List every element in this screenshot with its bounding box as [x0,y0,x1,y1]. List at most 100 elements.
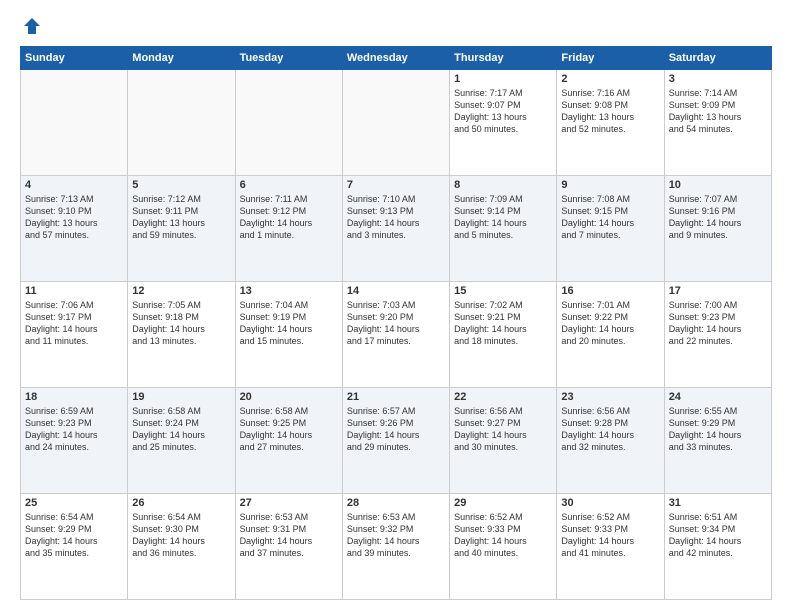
calendar-table: SundayMondayTuesdayWednesdayThursdayFrid… [20,46,772,600]
calendar-cell: 23 Sunrise: 6:56 AM Sunset: 9:28 PM Dayli… [557,388,664,494]
cell-content: Sunrise: 6:58 AM Sunset: 9:25 PM Dayligh… [240,405,338,454]
day-number: 13 [240,285,338,297]
day-number: 14 [347,285,445,297]
calendar-week-2: 11 Sunrise: 7:06 AM Sunset: 9:17 PM Dayli… [21,282,772,388]
cell-content: Sunrise: 6:57 AM Sunset: 9:26 PM Dayligh… [347,405,445,454]
calendar-cell: 14Sunrise: 7:03 AM Sunset: 9:20 PM Dayli… [342,282,449,388]
calendar-cell: 28 Sunrise: 6:53 AM Sunset: 9:32 PM Dayli… [342,494,449,600]
cell-content: Sunrise: 6:52 AM Sunset: 9:33 PM Dayligh… [454,511,552,560]
calendar-cell [342,70,449,176]
calendar-week-1: 4 Sunrise: 7:13 AM Sunset: 9:10 PM Daylig… [21,176,772,282]
calendar-cell: 27 Sunrise: 6:53 AM Sunset: 9:31 PM Dayli… [235,494,342,600]
day-number: 27 [240,497,338,509]
calendar-cell: 4 Sunrise: 7:13 AM Sunset: 9:10 PM Daylig… [21,176,128,282]
calendar-cell: 22 Sunrise: 6:56 AM Sunset: 9:27 PM Dayli… [450,388,557,494]
calendar-header-saturday: Saturday [664,47,771,70]
calendar-cell: 10Sunrise: 7:07 AM Sunset: 9:16 PM Dayli… [664,176,771,282]
calendar-week-3: 18Sunrise: 6:59 AM Sunset: 9:23 PM Dayli… [21,388,772,494]
calendar-cell: 15 Sunrise: 7:02 AM Sunset: 9:21 PM Dayli… [450,282,557,388]
cell-content: Sunrise: 6:56 AM Sunset: 9:28 PM Dayligh… [561,405,659,454]
calendar-cell: 8 Sunrise: 7:09 AM Sunset: 9:14 PM Daylig… [450,176,557,282]
calendar-header-tuesday: Tuesday [235,47,342,70]
calendar-header-friday: Friday [557,47,664,70]
day-number: 2 [561,73,659,85]
cell-content: Sunrise: 6:53 AM Sunset: 9:32 PM Dayligh… [347,511,445,560]
calendar-cell: 1 Sunrise: 7:17 AM Sunset: 9:07 PM Daylig… [450,70,557,176]
day-number: 30 [561,497,659,509]
day-number: 20 [240,391,338,403]
day-number: 7 [347,179,445,191]
day-number: 16 [561,285,659,297]
calendar-header-thursday: Thursday [450,47,557,70]
calendar-cell: 13 Sunrise: 7:04 AM Sunset: 9:19 PM Dayli… [235,282,342,388]
cell-content: Sunrise: 7:16 AM Sunset: 9:08 PM Dayligh… [561,87,659,136]
day-number: 11 [25,285,123,297]
day-number: 8 [454,179,552,191]
cell-content: Sunrise: 7:12 AM Sunset: 9:11 PM Dayligh… [132,193,230,242]
calendar-cell: 26 Sunrise: 6:54 AM Sunset: 9:30 PM Dayli… [128,494,235,600]
cell-content: Sunrise: 7:00 AM Sunset: 9:23 PM Dayligh… [669,299,767,348]
calendar-cell: 9 Sunrise: 7:08 AM Sunset: 9:15 PM Daylig… [557,176,664,282]
calendar-cell: 16 Sunrise: 7:01 AM Sunset: 9:22 PM Dayli… [557,282,664,388]
day-number: 6 [240,179,338,191]
day-number: 17 [669,285,767,297]
cell-content: Sunrise: 7:04 AM Sunset: 9:19 PM Dayligh… [240,299,338,348]
calendar-cell: 5 Sunrise: 7:12 AM Sunset: 9:11 PM Daylig… [128,176,235,282]
cell-content: Sunrise: 7:05 AM Sunset: 9:18 PM Dayligh… [132,299,230,348]
cell-content: Sunrise: 6:56 AM Sunset: 9:27 PM Dayligh… [454,405,552,454]
logo-icon [22,16,42,36]
calendar-header-monday: Monday [128,47,235,70]
day-number: 28 [347,497,445,509]
day-number: 22 [454,391,552,403]
day-number: 9 [561,179,659,191]
cell-content: Sunrise: 7:17 AM Sunset: 9:07 PM Dayligh… [454,87,552,136]
cell-content: Sunrise: 7:09 AM Sunset: 9:14 PM Dayligh… [454,193,552,242]
cell-content: Sunrise: 6:54 AM Sunset: 9:30 PM Dayligh… [132,511,230,560]
day-number: 26 [132,497,230,509]
calendar-week-4: 25Sunrise: 6:54 AM Sunset: 9:29 PM Dayli… [21,494,772,600]
day-number: 23 [561,391,659,403]
day-number: 12 [132,285,230,297]
cell-content: Sunrise: 7:06 AM Sunset: 9:17 PM Dayligh… [25,299,123,348]
calendar-header-row: SundayMondayTuesdayWednesdayThursdayFrid… [21,47,772,70]
calendar-cell: 25Sunrise: 6:54 AM Sunset: 9:29 PM Dayli… [21,494,128,600]
cell-content: Sunrise: 7:08 AM Sunset: 9:15 PM Dayligh… [561,193,659,242]
cell-content: Sunrise: 7:14 AM Sunset: 9:09 PM Dayligh… [669,87,767,136]
cell-content: Sunrise: 6:55 AM Sunset: 9:29 PM Dayligh… [669,405,767,454]
calendar-cell: 20 Sunrise: 6:58 AM Sunset: 9:25 PM Dayli… [235,388,342,494]
cell-content: Sunrise: 6:51 AM Sunset: 9:34 PM Dayligh… [669,511,767,560]
day-number: 4 [25,179,123,191]
cell-content: Sunrise: 7:11 AM Sunset: 9:12 PM Dayligh… [240,193,338,242]
day-number: 15 [454,285,552,297]
cell-content: Sunrise: 7:01 AM Sunset: 9:22 PM Dayligh… [561,299,659,348]
calendar-cell: 3Sunrise: 7:14 AM Sunset: 9:09 PM Daylig… [664,70,771,176]
header [20,16,772,36]
calendar-cell [235,70,342,176]
page: SundayMondayTuesdayWednesdayThursdayFrid… [0,0,792,612]
day-number: 31 [669,497,767,509]
cell-content: Sunrise: 6:58 AM Sunset: 9:24 PM Dayligh… [132,405,230,454]
calendar-cell: 21 Sunrise: 6:57 AM Sunset: 9:26 PM Dayli… [342,388,449,494]
calendar-cell: 12 Sunrise: 7:05 AM Sunset: 9:18 PM Dayli… [128,282,235,388]
cell-content: Sunrise: 6:52 AM Sunset: 9:33 PM Dayligh… [561,511,659,560]
cell-content: Sunrise: 6:53 AM Sunset: 9:31 PM Dayligh… [240,511,338,560]
calendar-cell: 2 Sunrise: 7:16 AM Sunset: 9:08 PM Daylig… [557,70,664,176]
cell-content: Sunrise: 7:10 AM Sunset: 9:13 PM Dayligh… [347,193,445,242]
calendar-cell: 30 Sunrise: 6:52 AM Sunset: 9:33 PM Dayli… [557,494,664,600]
calendar-header-sunday: Sunday [21,47,128,70]
calendar-cell: 11 Sunrise: 7:06 AM Sunset: 9:17 PM Dayli… [21,282,128,388]
calendar-cell: 6 Sunrise: 7:11 AM Sunset: 9:12 PM Daylig… [235,176,342,282]
cell-content: Sunrise: 7:13 AM Sunset: 9:10 PM Dayligh… [25,193,123,242]
calendar-cell [128,70,235,176]
calendar-header-wednesday: Wednesday [342,47,449,70]
day-number: 21 [347,391,445,403]
day-number: 5 [132,179,230,191]
day-number: 29 [454,497,552,509]
day-number: 1 [454,73,552,85]
cell-content: Sunrise: 6:54 AM Sunset: 9:29 PM Dayligh… [25,511,123,560]
cell-content: Sunrise: 6:59 AM Sunset: 9:23 PM Dayligh… [25,405,123,454]
logo [20,16,42,36]
cell-content: Sunrise: 7:02 AM Sunset: 9:21 PM Dayligh… [454,299,552,348]
day-number: 19 [132,391,230,403]
calendar-cell: 31 Sunrise: 6:51 AM Sunset: 9:34 PM Dayli… [664,494,771,600]
